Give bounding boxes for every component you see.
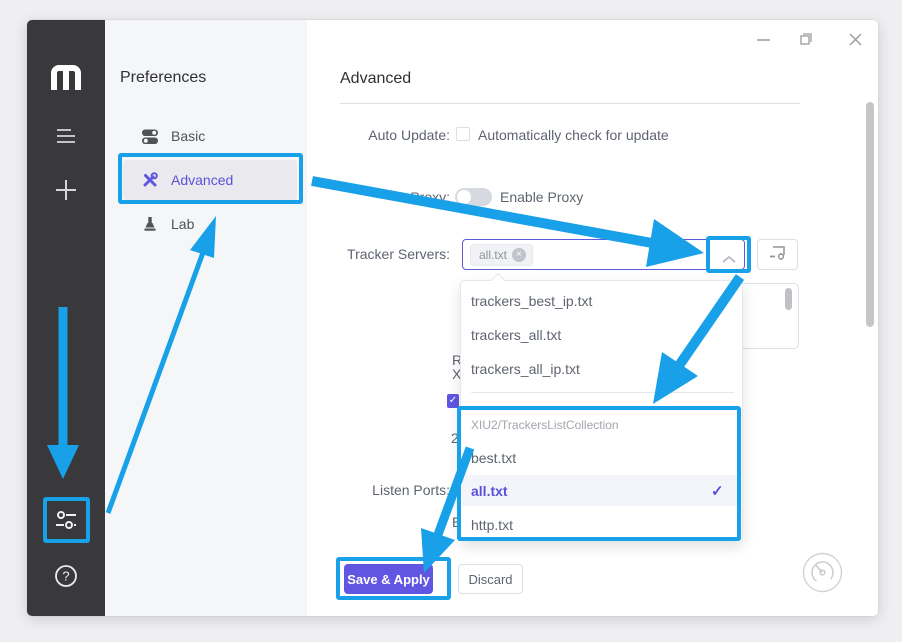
dropdown-notch [491, 273, 505, 287]
selected-tracker-tag-label: all.txt [479, 248, 507, 262]
discard-button[interactable]: Discard [458, 564, 523, 594]
dropdown-option[interactable]: trackers_all_ip.txt [471, 361, 732, 377]
selected-tracker-tag: all.txt × [470, 244, 533, 266]
dropdown-option[interactable]: trackers_all.txt [471, 327, 732, 343]
menu-item-label: Advanced [171, 172, 233, 188]
maximize-button[interactable] [791, 28, 821, 50]
dropdown-group-divider [471, 392, 734, 393]
dropdown-option-selected[interactable]: all.txt [471, 483, 732, 499]
clipped-checkbox-checked: ✓ [447, 394, 459, 408]
menu-item-lab[interactable]: Lab [123, 204, 297, 244]
dropdown-option[interactable]: trackers_best_ip.txt [471, 293, 732, 309]
toggles-icon [140, 128, 160, 145]
svg-text:?: ? [62, 569, 69, 584]
chevron-up-icon[interactable] [721, 251, 737, 269]
sync-trackers-icon [768, 244, 788, 266]
clipped-text: 2 [451, 430, 459, 446]
preferences-panel: Preferences Basic Advanced [105, 20, 307, 616]
proxy-toggle[interactable] [455, 188, 492, 206]
save-apply-button[interactable]: Save & Apply [344, 564, 433, 594]
add-task-icon[interactable] [27, 178, 105, 202]
motrix-logo [27, 63, 105, 91]
task-list-icon[interactable] [27, 126, 105, 146]
menu-item-advanced[interactable]: Advanced [123, 160, 297, 200]
tracker-servers-select[interactable]: all.txt × [462, 239, 745, 270]
stamp-icon [140, 216, 160, 232]
heading-divider [340, 103, 800, 104]
tracker-servers-label: Tracker Servers: [307, 246, 450, 262]
speed-limit-button[interactable] [802, 552, 843, 598]
menu-item-basic[interactable]: Basic [123, 116, 297, 156]
tracker-servers-dropdown: trackers_best_ip.txt trackers_all.txt tr… [460, 280, 743, 541]
tag-close-icon[interactable]: × [512, 248, 526, 262]
help-icon[interactable]: ? [27, 564, 105, 588]
page-title: Advanced [340, 70, 411, 88]
auto-update-checkbox[interactable] [456, 127, 470, 141]
app-sidebar: ? [27, 20, 105, 616]
check-icon: ✓ [711, 482, 724, 500]
dropdown-group-label: XIU2/TrackersListCollection [471, 418, 619, 432]
tools-icon [140, 171, 160, 189]
speedometer-icon [802, 552, 843, 593]
menu-item-label: Basic [171, 128, 205, 144]
proxy-toggle-label: Enable Proxy [500, 189, 583, 205]
settings-sliders-icon[interactable] [27, 508, 105, 532]
advanced-settings-page: Advanced Auto Update: Automatically chec… [307, 20, 878, 616]
preferences-title: Preferences [120, 69, 206, 87]
close-button[interactable] [840, 28, 870, 50]
dropdown-option[interactable]: best.txt [471, 450, 732, 466]
dropdown-option[interactable]: http.txt [471, 517, 732, 533]
menu-item-label: Lab [171, 216, 194, 232]
proxy-label: Proxy: [307, 189, 450, 205]
auto-update-label: Auto Update: [307, 127, 450, 143]
auto-update-checkbox-label: Automatically check for update [478, 127, 669, 143]
sync-trackers-button[interactable] [757, 239, 798, 270]
scrollbar-thumb[interactable] [866, 102, 874, 327]
listen-ports-label: Listen Ports: [307, 482, 450, 498]
motrix-preferences-window: ? Preferences Basic [27, 20, 878, 616]
minimize-button[interactable] [748, 28, 778, 50]
textarea-scrollbar-thumb[interactable] [785, 288, 792, 310]
